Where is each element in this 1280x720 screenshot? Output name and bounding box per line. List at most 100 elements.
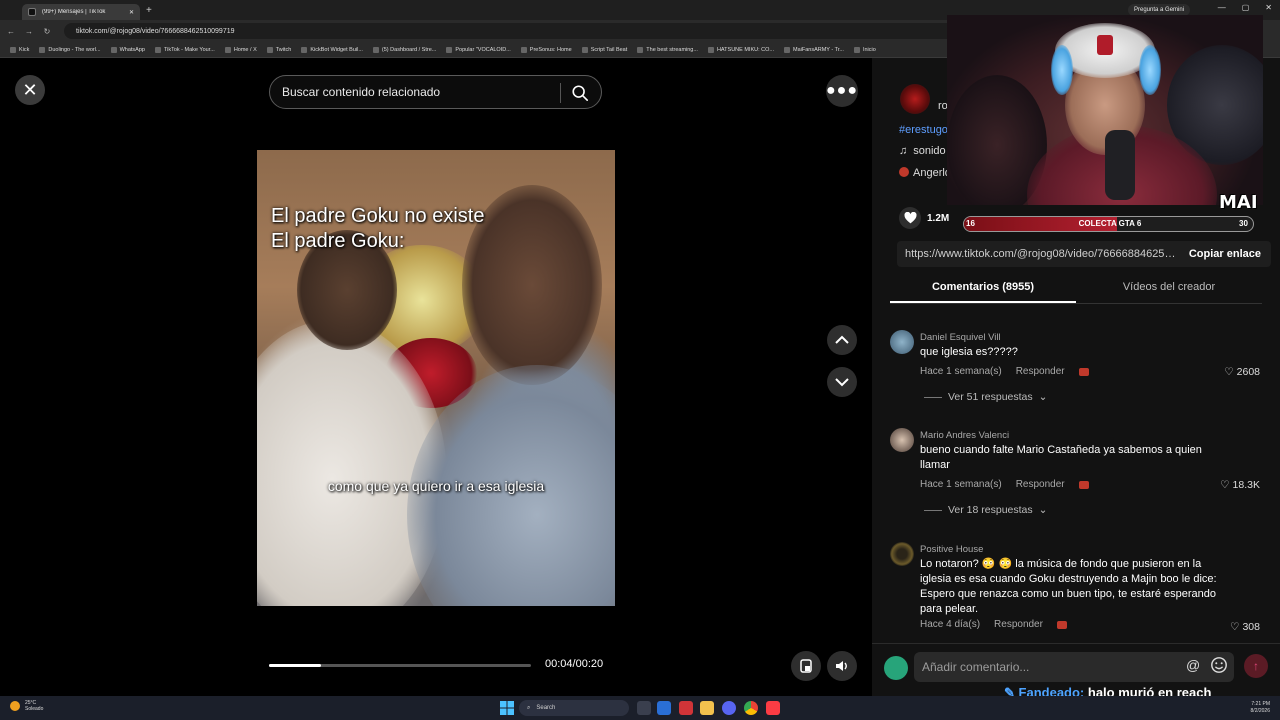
music-app-icon[interactable] (766, 701, 780, 715)
like-button[interactable]: 1.2M (899, 207, 949, 229)
headphones-left (1051, 45, 1073, 95)
reply-button[interactable]: Responder (1016, 479, 1065, 490)
comment-username[interactable]: Mario Andres Valenci (920, 430, 1009, 441)
address-bar[interactable]: tiktok.com/@rojog08/video/76666884625100… (64, 23, 954, 39)
app-icon[interactable] (679, 701, 693, 715)
picture-in-picture-button[interactable] (791, 651, 821, 681)
goal-label: COLECTA GTA 6 (1078, 219, 1142, 228)
emoji-icon[interactable] (1210, 656, 1228, 674)
comment-avatar[interactable] (890, 330, 914, 354)
bookmark-label: Kick (19, 46, 30, 53)
reload-icon[interactable]: ↻ (40, 27, 54, 36)
widgets-app-icon[interactable] (657, 701, 671, 715)
window-close-icon[interactable]: ✕ (1265, 3, 1272, 12)
bookmark-item[interactable]: KickBot Widget Buil... (301, 46, 363, 53)
clock-time: 7:21 PM (1251, 701, 1270, 707)
more-dots-icon: ●●● (826, 82, 858, 99)
tab-close-icon[interactable]: ✕ (129, 9, 134, 16)
creator-avatar[interactable] (900, 84, 930, 114)
minimize-icon[interactable]: — (1218, 3, 1226, 12)
maximize-icon[interactable]: ▢ (1242, 3, 1250, 12)
bookmark-item[interactable]: PreSonus: Home (520, 46, 572, 53)
forward-icon[interactable]: → (22, 27, 36, 36)
video-time: 00:04/00:20 (545, 658, 604, 670)
bookmark-item[interactable]: TikTok - Make Your... (154, 46, 215, 53)
my-avatar (884, 656, 908, 680)
new-tab-button[interactable]: + (146, 5, 152, 16)
bookmark-item[interactable]: Home / X (224, 46, 257, 53)
video-progress-fill (269, 664, 322, 667)
tab-comments[interactable]: Comentarios (8955) (890, 278, 1076, 303)
more-options-button[interactable]: ●●● (826, 75, 858, 107)
bookmark-favicon-icon (372, 46, 379, 53)
bookmark-item[interactable]: Kick (10, 46, 30, 53)
tiktok-favicon-icon (28, 8, 36, 16)
related-search-input[interactable]: Buscar contenido relacionado (269, 75, 602, 109)
bookmark-item[interactable]: HATSUNE MIKU: CO... (707, 46, 774, 53)
video-frame[interactable]: El padre Goku no existe El padre Goku: c… (257, 150, 615, 606)
tab-creator-videos[interactable]: Vídeos del creador (1076, 278, 1262, 303)
bookmark-label: PreSonus: Home (529, 46, 572, 53)
tagged-user[interactable]: Angerlo (899, 167, 951, 179)
view-replies-label: Ver 51 respuestas (948, 391, 1033, 403)
bookmark-item[interactable]: Popular "VOCALOID... (446, 46, 511, 53)
weather-widget[interactable]: 25°C Soleado (10, 700, 43, 712)
taskbar-clock[interactable]: 7:21 PM 8/2/2026 (1251, 701, 1270, 715)
bookmark-item[interactable]: (5) Dashboard / Stre... (372, 46, 436, 53)
discord-icon[interactable] (722, 701, 736, 715)
bookmark-favicon-icon (110, 46, 117, 53)
comment-like-button[interactable]: ♡ 18.3K (1220, 479, 1260, 491)
comment-avatar[interactable] (890, 428, 914, 452)
sound-link[interactable]: ♫ sonido (899, 145, 946, 157)
goal-target: 30 (1239, 219, 1248, 228)
share-link-url[interactable]: https://www.tiktok.com/@rojog08/video/76… (897, 248, 1179, 260)
gift-icon[interactable] (1056, 620, 1067, 629)
bookmark-item[interactable]: Script Tail Beat (581, 46, 627, 53)
bookmark-item[interactable]: WhatsApp (110, 46, 145, 53)
windows-start-icon[interactable] (500, 701, 514, 715)
view-replies-button[interactable]: Ver 51 respuestas ⌄ (924, 391, 1047, 403)
comment-username[interactable]: Positive House (920, 544, 983, 555)
task-view-icon[interactable] (637, 701, 651, 715)
volume-button[interactable] (827, 651, 857, 681)
back-icon[interactable]: ← (4, 27, 18, 36)
gift-icon[interactable] (1078, 367, 1089, 376)
bookmark-item[interactable]: MaiFansARMY - Tr... (784, 46, 844, 53)
previous-video-button[interactable] (827, 325, 857, 355)
reply-button[interactable]: Responder (1016, 366, 1065, 377)
bookmark-item[interactable]: Inicio (853, 46, 876, 53)
reply-button[interactable]: Responder (994, 619, 1043, 630)
mention-icon[interactable]: @ (1186, 657, 1200, 673)
bookmark-item[interactable]: The best streaming... (637, 46, 698, 53)
comment-like-button[interactable]: ♡ 308 (1230, 621, 1260, 633)
taskbar-search-label: Search (536, 705, 556, 711)
comment-like-button[interactable]: ♡ 2608 (1224, 366, 1260, 378)
file-explorer-icon[interactable] (700, 701, 714, 715)
bookmark-item[interactable]: Duolingo - The worl... (39, 46, 101, 53)
chrome-icon[interactable] (744, 701, 758, 715)
microphone (1105, 130, 1135, 200)
taskbar-search[interactable]: ⌕ Search (519, 700, 629, 716)
comment-username[interactable]: Daniel Esquivel Vill (920, 332, 1001, 343)
next-video-button[interactable] (827, 367, 857, 397)
comment-heart-icon: ♡ (1220, 479, 1230, 491)
bookmark-label: WhatsApp (119, 46, 145, 53)
send-comment-button[interactable]: ↑ (1244, 654, 1268, 678)
window-controls: — ▢ ✕ (1218, 3, 1272, 12)
bookmark-item[interactable]: Twitch (266, 46, 291, 53)
view-replies-button[interactable]: Ver 18 respuestas ⌄ (924, 504, 1047, 516)
headphones-right (1139, 45, 1161, 95)
panel-tabs: Comentarios (8955) Vídeos del creador (890, 278, 1262, 304)
browser-tab[interactable]: (99+) Mensajes | TikTok ✕ (22, 4, 140, 20)
comment-avatar[interactable] (890, 542, 914, 566)
video-progress-bar[interactable] (269, 664, 531, 667)
caption-line-1: El padre Goku no existe (271, 205, 485, 227)
gift-icon[interactable] (1078, 480, 1089, 489)
windows-taskbar: 25°C Soleado ⌕ Search 7:21 PM 8/2/2026 (0, 696, 1280, 720)
hashtag-link[interactable]: #erestugo (899, 124, 948, 136)
close-video-button[interactable]: ✕ (15, 75, 45, 105)
bookmark-label: Popular "VOCALOID... (455, 46, 511, 53)
copy-link-button[interactable]: Copiar enlace (1179, 248, 1271, 260)
search-icon[interactable] (571, 84, 589, 102)
video-caption-bottom: como que ya quiero ir a esa iglesia (327, 478, 545, 494)
